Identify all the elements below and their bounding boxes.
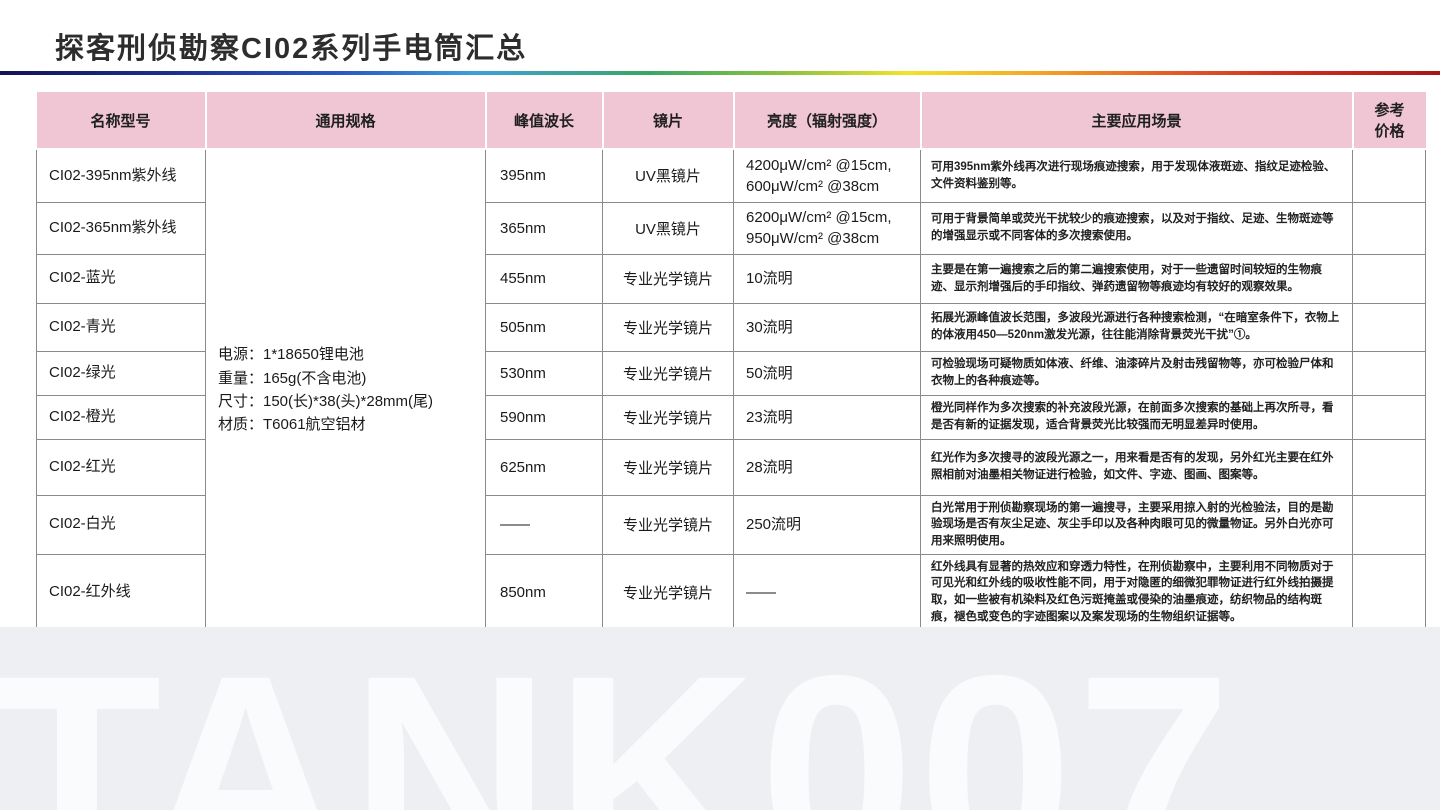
lens-type: 专业光学镜片 [603, 303, 734, 351]
price-value [1353, 439, 1426, 495]
lens-type: 专业光学镜片 [603, 495, 734, 554]
brightness-value: 50流明 [734, 351, 921, 395]
brightness-value: 30流明 [734, 303, 921, 351]
header-general-specs: 通用规格 [206, 92, 486, 149]
page-title: 探客刑侦勘察CI02系列手电筒汇总 [55, 25, 527, 67]
header-peak-wavelength: 峰值波长 [486, 92, 603, 149]
wavelength-value: 625nm [486, 439, 603, 495]
price-value [1353, 395, 1426, 439]
model-name: CI02-橙光 [37, 395, 206, 439]
header-lens: 镜片 [603, 92, 734, 149]
table-header-row: 名称型号 通用规格 峰值波长 镜片 亮度（辐射强度） 主要应用场景 参考 价格 [37, 92, 1426, 149]
brightness-value: 4200μW/cm² @15cm, 600μW/cm² @38cm [734, 149, 921, 202]
wavelength-value: 530nm [486, 351, 603, 395]
wavelength-value: 395nm [486, 149, 603, 202]
price-value [1353, 351, 1426, 395]
application-scenario: 红光作为多次搜寻的波段光源之一，用来看是否有的发现，另外红光主要在红外照相前对油… [921, 439, 1353, 495]
application-scenario: 可检验现场可疑物质如体液、纤维、油漆碎片及射击残留物等，亦可检验尸体和衣物上的各… [921, 351, 1353, 395]
brand-watermark: TANK007 [0, 641, 1235, 810]
model-name: CI02-绿光 [37, 351, 206, 395]
wavelength-value: 590nm [486, 395, 603, 439]
application-scenario: 可用395nm紫外线再次进行现场痕迹搜索，用于发现体液斑迹、指纹足迹检验、文件资… [921, 149, 1353, 202]
wavelength-value: 455nm [486, 254, 603, 303]
brightness-value: 6200μW/cm² @15cm, 950μW/cm² @38cm [734, 202, 921, 254]
model-name: CI02-红光 [37, 439, 206, 495]
brightness-value: 28流明 [734, 439, 921, 495]
application-scenario: 可用于背景简单或荧光干扰较少的痕迹搜索，以及对于指纹、足迹、生物斑迹等的增强显示… [921, 202, 1353, 254]
price-value [1353, 554, 1426, 630]
price-value [1353, 254, 1426, 303]
lens-type: 专业光学镜片 [603, 395, 734, 439]
application-scenario: 拓展光源峰值波长范围，多波段光源进行各种搜索检测，“在暗室条件下，衣物上的体液用… [921, 303, 1353, 351]
price-value [1353, 202, 1426, 254]
lens-type: UV黑镜片 [603, 202, 734, 254]
table-row: CI02-395nm紫外线 电源：1*18650锂电池 重量：165g(不含电池… [37, 149, 1426, 202]
model-name: CI02-红外线 [37, 554, 206, 630]
spectrum-divider-bar [0, 71, 1440, 75]
model-name: CI02-白光 [37, 495, 206, 554]
lens-type: UV黑镜片 [603, 149, 734, 202]
price-value [1353, 495, 1426, 554]
model-name: CI02-青光 [37, 303, 206, 351]
model-name: CI02-蓝光 [37, 254, 206, 303]
wavelength-value: 365nm [486, 202, 603, 254]
price-value [1353, 303, 1426, 351]
application-scenario: 白光常用于刑侦勘察现场的第一遍搜寻，主要采用掠入射的光检验法，目的是勘验现场是否… [921, 495, 1353, 554]
brightness-value: 250流明 [734, 495, 921, 554]
application-scenario: 红外线具有显著的热效应和穿透力特性，在刑侦勘察中，主要利用不同物质对于可见光和红… [921, 554, 1353, 630]
shared-specs-cell: 电源：1*18650锂电池 重量：165g(不含电池) 尺寸：150(长)*38… [206, 149, 486, 630]
wavelength-value: 850nm [486, 554, 603, 630]
lens-type: 专业光学镜片 [603, 351, 734, 395]
wavelength-value: 505nm [486, 303, 603, 351]
header-brightness: 亮度（辐射强度） [734, 92, 921, 149]
wavelength-value: —— [486, 495, 603, 554]
model-name: CI02-395nm紫外线 [37, 149, 206, 202]
application-scenario: 主要是在第一遍搜索之后的第二遍搜索使用，对于一些遗留时间较短的生物痕迹、显示剂增… [921, 254, 1353, 303]
price-value [1353, 149, 1426, 202]
lens-type: 专业光学镜片 [603, 254, 734, 303]
brightness-value: 10流明 [734, 254, 921, 303]
header-model: 名称型号 [37, 92, 206, 149]
watermark-band: TANK007 [0, 627, 1440, 810]
flashlight-spec-table: 名称型号 通用规格 峰值波长 镜片 亮度（辐射强度） 主要应用场景 参考 价格 … [36, 92, 1426, 631]
header-application: 主要应用场景 [921, 92, 1353, 149]
brightness-value: 23流明 [734, 395, 921, 439]
lens-type: 专业光学镜片 [603, 439, 734, 495]
header-price: 参考 价格 [1353, 92, 1426, 149]
application-scenario: 橙光同样作为多次搜索的补充波段光源，在前面多次搜索的基础上再次所寻，看是否有新的… [921, 395, 1353, 439]
lens-type: 专业光学镜片 [603, 554, 734, 630]
model-name: CI02-365nm紫外线 [37, 202, 206, 254]
brightness-value: —— [734, 554, 921, 630]
